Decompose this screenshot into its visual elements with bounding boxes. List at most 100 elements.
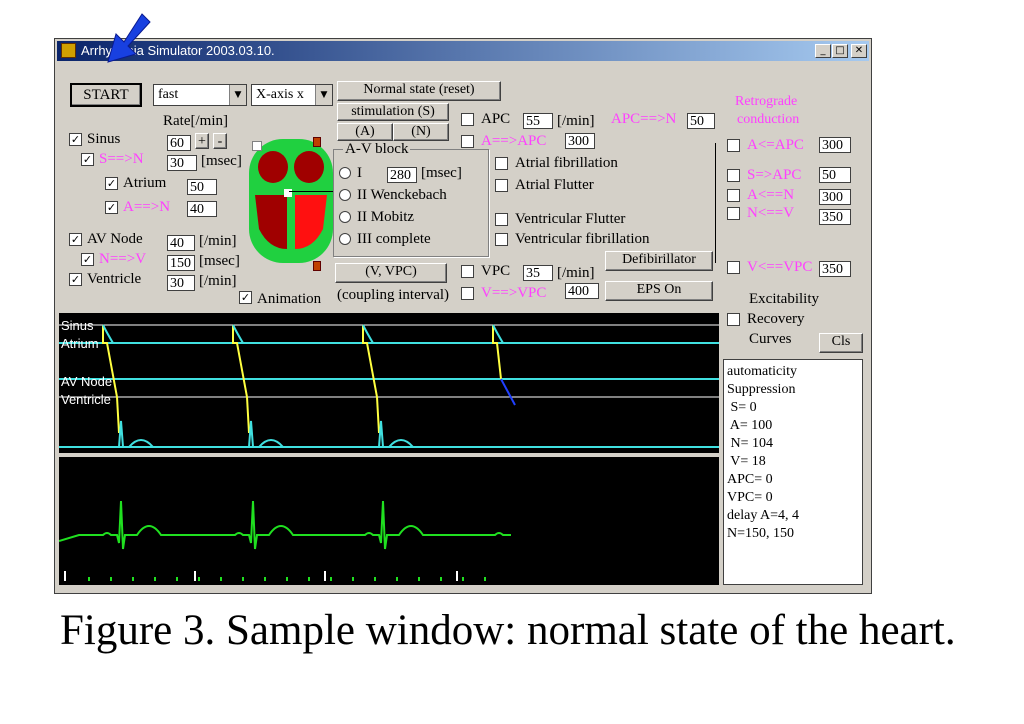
avblock-opt4-label: III complete [357,231,431,247]
v-vpc-button[interactable]: (V, VPC) [335,263,447,283]
aflutter-checkbox[interactable] [495,179,508,192]
v-to-vpc-input[interactable]: 400 [565,283,599,299]
sinus-rate-input[interactable]: 60 [167,135,191,151]
normal-state-reset-button[interactable]: Normal state (reset) [337,81,501,101]
a-to-n-checkbox[interactable]: ✓ [105,201,118,214]
vflutter-label: Ventricular Flutter [515,211,626,227]
s-apc-checkbox[interactable] [727,169,740,182]
beat-4 [492,324,516,406]
s-to-n-checkbox[interactable]: ✓ [81,153,94,166]
avblock-radio-1[interactable] [339,167,351,179]
n-to-v-input[interactable]: 150 [167,255,195,271]
a-to-apc-input[interactable]: 300 [565,133,595,149]
chevron-down-icon: ▼ [315,85,332,105]
avnode-checkbox[interactable]: ✓ [69,233,82,246]
avblock-title: A-V block [343,141,411,158]
vfib-label: Ventricular fibrillation [515,231,650,247]
curves-label: Curves [749,331,792,347]
avblock-radio-3[interactable] [339,211,351,223]
a-n-checkbox[interactable] [727,189,740,202]
avnode-unit: [/min] [199,233,237,249]
log-line: VPC= 0 [727,490,773,505]
stim-n-button[interactable]: (N) [393,123,449,141]
v-vpc-label: V<==VPC [747,259,813,275]
v-vpc-input[interactable]: 350 [819,261,851,277]
apc-unit: [/min] [557,113,595,129]
pacemaker-icon [313,261,321,271]
ecg-waveform [59,500,511,550]
n-to-v-checkbox[interactable]: ✓ [81,253,94,266]
defibrillator-button[interactable]: Defibirillator [605,251,713,271]
rate-minus-button[interactable]: - [213,133,227,149]
log-line: delay A=4, 4 [727,508,800,523]
ladder-label-ventricle: Ventricle [61,392,111,407]
vpc-input[interactable]: 35 [523,265,553,281]
heart-diagram [249,139,333,263]
avblock-pr-input[interactable]: 280 [387,167,417,183]
v-vpc-checkbox[interactable] [727,261,740,274]
v-to-vpc-checkbox[interactable] [461,287,474,300]
apc-checkbox[interactable] [461,113,474,126]
a-apc-input[interactable]: 300 [819,137,851,153]
divider [715,143,716,263]
title-bar[interactable]: Arrhythmia Simulator 2003.03.10. _ □ ✕ [57,41,869,61]
a-n-input[interactable]: 300 [819,189,851,205]
eps-on-button[interactable]: EPS On [605,281,713,301]
a-to-apc-checkbox[interactable] [461,135,474,148]
avnode-input[interactable]: 40 [167,235,195,251]
s-to-n-label: S==>N [99,151,144,167]
ladder-diagram-panel: Sinus Atrium AV Node Ventricle [59,313,719,453]
sinus-checkbox[interactable]: ✓ [69,133,82,146]
recovery-checkbox[interactable] [727,313,740,326]
a-to-n-input[interactable]: 40 [187,201,217,217]
close-button[interactable]: ✕ [851,44,867,58]
maximize-button[interactable]: □ [832,44,848,58]
avblock-radio-2[interactable] [339,189,351,201]
atrium-checkbox[interactable]: ✓ [105,177,118,190]
vfib-checkbox[interactable] [495,233,508,246]
avblock-radio-4[interactable] [339,233,351,245]
start-button[interactable]: START [70,83,142,107]
avblock-opt1-label: I [357,165,362,181]
atrium-label: Atrium [123,175,167,191]
log-line: N= 104 [727,436,774,451]
s-apc-input[interactable]: 50 [819,167,851,183]
excitability-label: Excitability [749,291,819,307]
ventricle-input[interactable]: 30 [167,275,195,291]
apc-to-n-input[interactable]: 50 [687,113,715,129]
a-apc-checkbox[interactable] [727,139,740,152]
stim-a-button[interactable]: (A) [337,123,393,141]
ladder-label-avnode: AV Node [61,374,113,389]
axis-select[interactable]: X-axis x ▼ [251,84,333,106]
log-line: APC= 0 [727,472,773,487]
vpc-checkbox[interactable] [461,265,474,278]
speed-select[interactable]: fast ▼ [153,84,247,106]
sinus-label: Sinus [87,131,121,147]
ventricle-checkbox[interactable]: ✓ [69,273,82,286]
s-to-n-input[interactable]: 30 [167,155,197,171]
rate-plus-button[interactable]: + [195,133,209,149]
n-v-label: N<==V [747,205,795,221]
retrograde-label-1: Retrograde [735,94,798,109]
minimize-button[interactable]: _ [815,44,831,58]
atrium-input[interactable]: 50 [187,179,217,195]
log-textbox[interactable]: automaticity Suppression S= 0 A= 100 N= … [723,359,863,585]
rate-header: Rate[/min] [163,113,228,129]
n-v-checkbox[interactable] [727,207,740,220]
sinus-node-marker-icon [252,141,262,151]
avblock-opt2-label: II Wenckebach [357,187,447,203]
speed-select-value: fast [158,87,179,102]
vflutter-checkbox[interactable] [495,213,508,226]
avnode-label: AV Node [87,231,143,247]
animation-checkbox[interactable]: ✓ [239,291,252,304]
apc-input[interactable]: 55 [523,113,553,129]
ladder-diagram [59,324,719,448]
ventricle-unit: [/min] [199,273,237,289]
afib-checkbox[interactable] [495,157,508,170]
n-v-input[interactable]: 350 [819,209,851,225]
ladder-label-atrium: Atrium [61,336,99,351]
cls-button[interactable]: Cls [819,333,863,353]
stimulation-button[interactable]: stimulation (S) [337,103,449,121]
s-apc-label: S=>APC [747,167,802,183]
log-line: automaticity [727,364,797,379]
